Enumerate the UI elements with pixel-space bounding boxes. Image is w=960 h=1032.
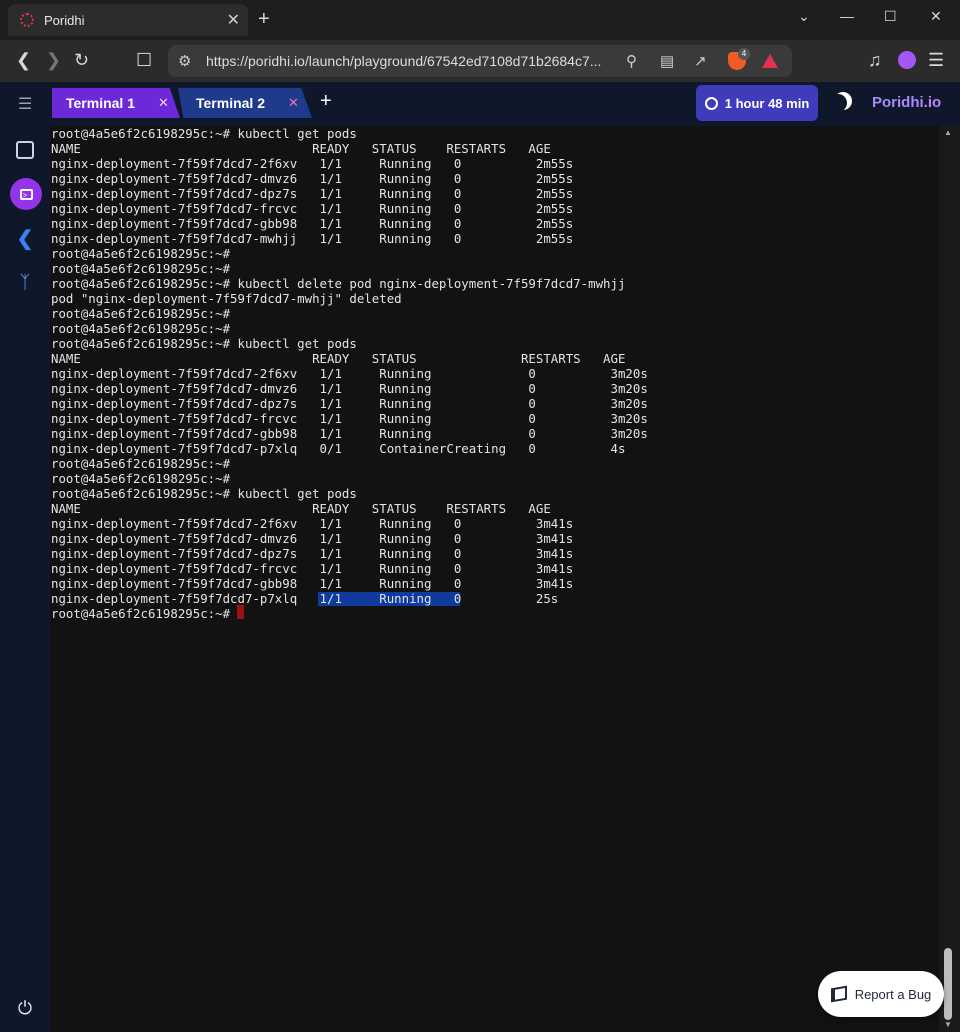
terminal-line: nginx-deployment-7f59f7dcd7-2f6xv 1/1 Ru… [51,516,574,531]
terminal-cursor [237,605,244,619]
terminal-line: nginx-deployment-7f59f7dcd7-2f6xv 1/1 Ru… [51,156,574,171]
browser-toolbar: ❮ ❯ ↻ ☐ ⚙ https://poridhi.io/launch/play… [0,40,960,82]
scroll-down-icon[interactable]: ▼ [944,1020,952,1029]
terminal-output[interactable]: root@4a5e6f2c6198295c:~# kubectl get pod… [50,126,939,1032]
left-sidebar: >_ ❮ ᛉ ⏻ [0,126,50,1032]
minimize-button[interactable]: — [840,8,854,24]
menu-icon[interactable]: ☰ [928,50,944,70]
terminal-line: root@4a5e6f2c6198295c:~# [51,606,238,621]
terminal-line: root@4a5e6f2c6198295c:~# kubectl get pod… [51,126,357,141]
terminal-line: root@4a5e6f2c6198295c:~# kubectl delete … [51,276,626,291]
terminal-line: root@4a5e6f2c6198295c:~# [51,321,231,336]
tab-label: Terminal 1 [66,95,135,111]
terminal-line: nginx-deployment-7f59f7dcd7-dpz7s 1/1 Ru… [51,186,574,201]
terminal-line: nginx-deployment-7f59f7dcd7-gbb98 1/1 Ru… [51,216,574,231]
terminal-line: NAME READY STATUS RESTARTS AGE [51,351,626,366]
terminal-line: root@4a5e6f2c6198295c:~# kubectl get pod… [51,336,357,351]
back-icon[interactable]: ❮ [16,50,31,70]
tab-search-icon[interactable]: ⌄ [798,8,810,25]
scrollbar-thumb[interactable] [944,948,952,1020]
hamburger-icon[interactable]: ☰ [18,94,32,114]
tab-terminal-1[interactable]: Terminal 1 ✕ [52,88,180,118]
power-icon[interactable]: ⏻ [9,992,41,1024]
browser-tab-title: Poridhi [44,12,85,28]
new-tab-button[interactable]: + [258,8,270,30]
terminal-scrollbar[interactable]: ▲ ▼ [939,126,960,1032]
vscode-icon[interactable]: ❮ [9,222,41,254]
terminal-line: nginx-deployment-7f59f7dcd7-mwhjj 1/1 Ru… [51,231,574,246]
terminal-line: nginx-deployment-7f59f7dcd7-p7xlq 1/1 Ru… [51,591,559,606]
site-settings-icon[interactable]: ⚙ [178,52,191,70]
terminal-line: nginx-deployment-7f59f7dcd7-frcvc 1/1 Ru… [51,561,574,576]
url-text[interactable]: https://poridhi.io/launch/playground/675… [206,53,616,69]
scroll-up-icon[interactable]: ▲ [944,128,952,137]
reload-icon[interactable]: ↻ [74,50,89,70]
app-header: ☰ Terminal 1 ✕ Terminal 2 ✕ + 1 hour 48 … [0,82,960,126]
terminal-line: root@4a5e6f2c6198295c:~# [51,246,231,261]
notes-icon[interactable] [9,134,41,166]
report-bug-label: Report a Bug [854,986,932,1002]
brave-rewards-icon[interactable] [762,54,778,68]
clock-icon [704,96,718,110]
browser-tab[interactable]: Poridhi ✕ [8,4,248,36]
close-tab-icon[interactable]: ✕ [288,95,299,111]
megaphone-icon [830,985,847,1003]
close-tab-icon[interactable]: ✕ [158,95,169,111]
add-terminal-button[interactable]: + [320,90,332,113]
poridhi-logo: Poridhi.io [872,94,941,111]
terminal-line: NAME READY STATUS RESTARTS AGE [51,501,551,516]
session-timer: 1 hour 48 min [696,85,818,121]
address-bar[interactable]: ⚙ https://poridhi.io/launch/playground/6… [168,45,792,77]
poridhi-favicon-icon [20,13,34,27]
terminal-line: root@4a5e6f2c6198295c:~# [51,261,231,276]
terminal-line: nginx-deployment-7f59f7dcd7-frcvc 1/1 Ru… [51,411,648,426]
terminal-line: pod "nginx-deployment-7f59f7dcd7-mwhjj" … [51,291,402,306]
close-tab-icon[interactable]: ✕ [227,10,240,30]
bookmark-icon[interactable]: ☐ [136,50,152,70]
terminal-line: nginx-deployment-7f59f7dcd7-p7xlq 0/1 Co… [51,441,626,456]
share-icon[interactable]: ↗ [694,52,707,70]
terminal-line: root@4a5e6f2c6198295c:~# [51,471,231,486]
shields-count-badge: 4 [738,48,750,60]
terminal-line: nginx-deployment-7f59f7dcd7-frcvc 1/1 Ru… [51,201,574,216]
maximize-button[interactable]: ☐ [884,8,897,25]
browser-tabstrip: Poridhi ✕ + ⌄ — ☐ ✕ [0,0,960,40]
terminal-line: nginx-deployment-7f59f7dcd7-dpz7s 1/1 Ru… [51,396,648,411]
timer-text: 1 hour 48 min [724,95,810,111]
terminal-line: nginx-deployment-7f59f7dcd7-dpz7s 1/1 Ru… [51,546,574,561]
forward-icon[interactable]: ❯ [46,50,61,70]
dark-mode-icon[interactable] [834,92,852,110]
terminal-line: NAME READY STATUS RESTARTS AGE [51,141,551,156]
terminal-line: nginx-deployment-7f59f7dcd7-dmvz6 1/1 Ru… [51,171,574,186]
terminal-line: root@4a5e6f2c6198295c:~# [51,306,231,321]
logo-main: Poridhi [872,94,924,111]
tab-terminal-2[interactable]: Terminal 2 ✕ [178,88,312,118]
terminal-line: nginx-deployment-7f59f7dcd7-gbb98 1/1 Ru… [51,426,648,441]
reader-mode-icon[interactable]: ▤ [660,52,674,70]
terminal-icon[interactable]: >_ [10,178,42,210]
zoom-search-icon[interactable]: ⚲ [626,52,637,70]
terminal-line: nginx-deployment-7f59f7dcd7-dmvz6 1/1 Ru… [51,531,574,546]
terminal-line: nginx-deployment-7f59f7dcd7-dmvz6 1/1 Ru… [51,381,648,396]
brave-shields-icon[interactable]: 4 [728,48,750,70]
tab-label: Terminal 2 [196,95,265,111]
leo-ai-icon[interactable] [898,51,916,69]
tree-icon[interactable]: ᛉ [9,266,41,298]
close-window-button[interactable]: ✕ [930,8,942,25]
terminal-line: nginx-deployment-7f59f7dcd7-2f6xv 1/1 Ru… [51,366,648,381]
report-bug-button[interactable]: Report a Bug [818,971,944,1017]
terminal-line: nginx-deployment-7f59f7dcd7-gbb98 1/1 Ru… [51,576,574,591]
logo-io: .io [923,94,942,111]
media-icon[interactable]: ♫ [868,50,882,70]
terminal-line: root@4a5e6f2c6198295c:~# [51,456,231,471]
terminal-line: root@4a5e6f2c6198295c:~# kubectl get pod… [51,486,357,501]
